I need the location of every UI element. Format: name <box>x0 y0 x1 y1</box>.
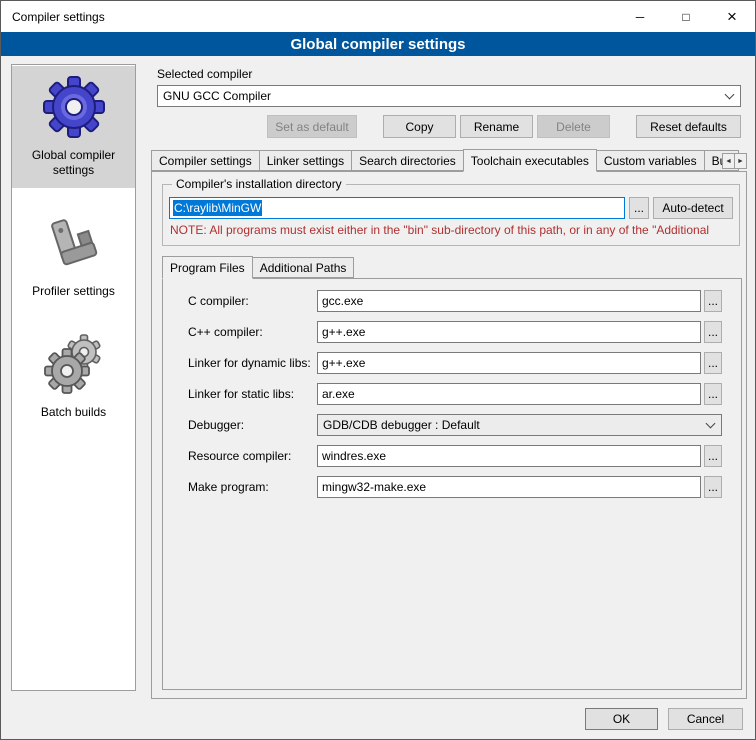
program-files-page: C compiler: ... C++ compiler: ... Linker… <box>162 278 742 690</box>
cpp-compiler-browse-button[interactable]: ... <box>704 321 722 343</box>
static-linker-browse-button[interactable]: ... <box>704 383 722 405</box>
cpp-compiler-input[interactable] <box>317 321 701 343</box>
resource-compiler-row: Resource compiler: ... <box>188 445 722 467</box>
dialog-header-title: Global compiler settings <box>290 36 465 53</box>
caption-buttons: ─ □ × <box>617 1 755 32</box>
tab-search-directories[interactable]: Search directories <box>351 150 464 171</box>
maximize-button[interactable]: □ <box>663 1 709 32</box>
debugger-dropdown[interactable]: GDB/CDB debugger : Default <box>317 414 722 436</box>
reset-defaults-button[interactable]: Reset defaults <box>636 115 741 138</box>
selected-compiler-value: GNU GCC Compiler <box>163 89 271 103</box>
window-title: Compiler settings <box>1 10 617 24</box>
sidebar-item-profiler-settings[interactable]: Profiler settings <box>12 202 135 309</box>
selected-compiler-dropdown[interactable]: GNU GCC Compiler <box>157 85 741 107</box>
dynamic-linker-label: Linker for dynamic libs: <box>188 356 317 370</box>
installation-directory-value: C:\raylib\MinGW <box>173 200 262 216</box>
installation-directory-row: C:\raylib\MinGW ... Auto-detect <box>169 197 733 219</box>
delete-button[interactable]: Delete <box>537 115 610 138</box>
tab-program-files[interactable]: Program Files <box>162 256 253 279</box>
make-program-browse-button[interactable]: ... <box>704 476 722 498</box>
auto-detect-button[interactable]: Auto-detect <box>653 197 733 219</box>
c-compiler-label: C compiler: <box>188 294 317 308</box>
maximize-icon: □ <box>682 10 689 24</box>
blue-gear-icon <box>42 74 106 138</box>
bin-subdirectory-note: NOTE: All programs must exist either in … <box>170 223 733 237</box>
cancel-button[interactable]: Cancel <box>668 708 743 730</box>
tab-compiler-settings[interactable]: Compiler settings <box>151 150 260 171</box>
close-icon: × <box>727 8 737 25</box>
c-compiler-row: C compiler: ... <box>188 279 722 312</box>
dynamic-linker-row: Linker for dynamic libs: ... <box>188 352 722 374</box>
c-compiler-input[interactable] <box>317 290 701 312</box>
copy-button[interactable]: Copy <box>383 115 456 138</box>
settings-tabstrip: Compiler settings Linker settings Search… <box>151 149 747 171</box>
dynamic-linker-browse-button[interactable]: ... <box>704 352 722 374</box>
tab-linker-settings[interactable]: Linker settings <box>259 150 352 171</box>
sidebar-item-global-compiler-settings[interactable]: Global compiler settings <box>12 66 135 188</box>
installation-directory-input[interactable]: C:\raylib\MinGW <box>169 197 625 219</box>
profiler-tool-icon <box>42 210 106 274</box>
resource-compiler-label: Resource compiler: <box>188 449 317 463</box>
resource-compiler-browse-button[interactable]: ... <box>704 445 722 467</box>
tab-additional-paths[interactable]: Additional Paths <box>252 257 355 278</box>
static-linker-row: Linker for static libs: ... <box>188 383 722 405</box>
make-program-row: Make program: ... <box>188 476 722 498</box>
cpp-compiler-label: C++ compiler: <box>188 325 317 339</box>
set-as-default-button[interactable]: Set as default <box>267 115 357 138</box>
toolchain-executables-page: Compiler's installation directory C:\ray… <box>151 171 747 699</box>
sidebar-item-batch-builds[interactable]: Batch builds <box>12 323 135 430</box>
static-linker-label: Linker for static libs: <box>188 387 317 401</box>
titlebar[interactable]: Compiler settings ─ □ × <box>1 1 755 32</box>
close-button[interactable]: × <box>709 1 755 32</box>
dialog-header: Global compiler settings <box>1 32 755 56</box>
selected-compiler-label: Selected compiler <box>157 67 747 81</box>
debugger-row: Debugger: GDB/CDB debugger : Default <box>188 414 722 436</box>
chevron-down-icon <box>706 419 716 429</box>
main-panel: Selected compiler GNU GCC Compiler Set a… <box>146 61 747 699</box>
make-program-input[interactable] <box>317 476 701 498</box>
static-linker-input[interactable] <box>317 383 701 405</box>
compiler-settings-dialog: Compiler settings ─ □ × Global compiler … <box>0 0 756 740</box>
sidebar-item-label: Profiler settings <box>32 284 115 299</box>
chevron-down-icon <box>725 90 735 100</box>
tab-scroll-buttons: ◄ ► <box>723 153 747 169</box>
dynamic-linker-input[interactable] <box>317 352 701 374</box>
program-files-tabstrip: Program Files Additional Paths <box>162 256 746 278</box>
minimize-icon: ─ <box>636 10 645 24</box>
ok-button[interactable]: OK <box>585 708 658 730</box>
dialog-footer: OK Cancel <box>585 708 743 730</box>
browse-directory-button[interactable]: ... <box>629 197 649 219</box>
gray-gears-icon <box>42 331 106 395</box>
tab-scroll-right-icon[interactable]: ► <box>734 153 747 169</box>
c-compiler-browse-button[interactable]: ... <box>704 290 722 312</box>
tab-custom-variables[interactable]: Custom variables <box>596 150 705 171</box>
rename-button[interactable]: Rename <box>460 115 533 138</box>
sidebar-item-label: Global compiler settings <box>14 148 133 178</box>
debugger-value: GDB/CDB debugger : Default <box>323 418 480 432</box>
sidebar-item-label: Batch builds <box>41 405 106 420</box>
resource-compiler-input[interactable] <box>317 445 701 467</box>
cpp-compiler-row: C++ compiler: ... <box>188 321 722 343</box>
tab-toolchain-executables[interactable]: Toolchain executables <box>463 149 597 172</box>
settings-sidebar: Global compiler settings Profiler settin… <box>11 64 136 691</box>
make-program-label: Make program: <box>188 480 317 494</box>
minimize-button[interactable]: ─ <box>617 1 663 32</box>
compiler-actions: Set as default Copy Rename Delete Reset … <box>157 115 741 138</box>
debugger-label: Debugger: <box>188 418 317 432</box>
installation-directory-legend: Compiler's installation directory <box>172 177 346 191</box>
installation-directory-group: Compiler's installation directory C:\ray… <box>162 184 740 246</box>
